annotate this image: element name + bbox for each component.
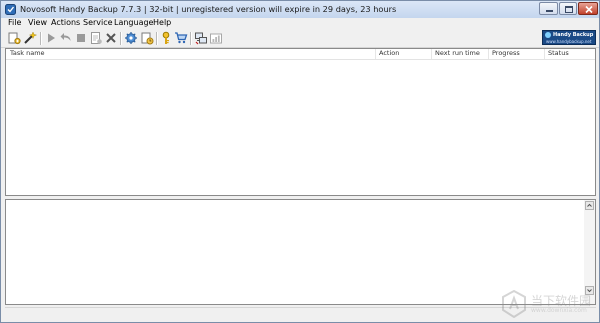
menu-language[interactable]: Language (114, 18, 153, 27)
delete-icon (106, 33, 116, 43)
scheduler-icon (141, 32, 154, 45)
properties-button[interactable] (89, 31, 103, 45)
title-bar[interactable]: Novosoft Handy Backup 7.7.3 | 32-bit | u… (1, 1, 599, 18)
scroll-up-button[interactable] (585, 201, 594, 210)
column-divider (488, 49, 489, 59)
task-list-header: Task name Action Next run time Progress … (6, 49, 595, 60)
run-icon (48, 33, 55, 43)
buy-icon (175, 32, 188, 44)
restore-icon (60, 33, 71, 41)
column-divider (375, 49, 376, 59)
logo-title: Handy Backup (553, 32, 594, 38)
column-progress[interactable]: Progress (492, 49, 520, 57)
toolbar-separator (120, 32, 122, 45)
new-task-button[interactable] (7, 31, 21, 45)
log-scrollbar[interactable] (584, 200, 595, 304)
new-task-icon (8, 32, 21, 45)
buy-button[interactable] (174, 31, 188, 45)
restore-button[interactable] (59, 31, 73, 45)
menu-help[interactable]: Help (153, 18, 171, 27)
site-watermark: 当下软件园 www.downxia.com (501, 290, 597, 320)
stop-button[interactable] (74, 31, 88, 45)
toolbar-separator (40, 32, 42, 45)
chevron-up-icon (587, 203, 592, 207)
properties-icon (91, 32, 102, 44)
wizard-icon (24, 31, 37, 44)
scheduler-button[interactable] (140, 31, 154, 45)
toolbar-separator (156, 32, 158, 45)
logo-icon (545, 32, 551, 38)
column-divider (431, 49, 432, 59)
toolbar (1, 30, 599, 48)
column-next-run-time[interactable]: Next run time (435, 49, 480, 57)
watermark-url: www.downxia.com (531, 307, 587, 314)
wizard-button[interactable] (23, 31, 37, 45)
run-button[interactable] (44, 31, 58, 45)
maximize-button[interactable] (559, 2, 577, 15)
stats-button[interactable] (209, 31, 223, 45)
menu-actions[interactable]: Actions (51, 18, 80, 27)
minimize-icon (546, 10, 553, 12)
menu-view[interactable]: View (28, 18, 47, 27)
menu-file[interactable]: File (8, 18, 21, 27)
handy-backup-logo[interactable]: Handy Backup www.handybackup.net (542, 30, 596, 45)
app-icon (5, 4, 16, 15)
maximize-icon (565, 6, 573, 13)
menu-bar: File View Actions Service Language Help (1, 18, 599, 29)
close-button[interactable] (578, 2, 598, 15)
delete-button[interactable] (104, 31, 118, 45)
close-icon (585, 5, 593, 14)
network-icon (195, 32, 207, 45)
column-status[interactable]: Status (548, 49, 569, 57)
stats-icon (210, 33, 222, 44)
column-action[interactable]: Action (379, 49, 399, 57)
column-divider (544, 49, 545, 59)
settings-icon (125, 32, 137, 44)
app-window: Novosoft Handy Backup 7.7.3 | 32-bit | u… (0, 0, 600, 323)
register-icon (162, 31, 170, 44)
task-list[interactable]: Task name Action Next run time Progress … (5, 48, 596, 196)
settings-button[interactable] (124, 31, 138, 45)
window-title: Novosoft Handy Backup 7.7.3 | 32-bit | u… (20, 4, 397, 14)
register-button[interactable] (159, 31, 173, 45)
logo-url: www.handybackup.net (546, 39, 592, 44)
watermark-logo-icon (502, 290, 526, 318)
network-button[interactable] (194, 31, 208, 45)
menu-service[interactable]: Service (83, 18, 113, 27)
minimize-button[interactable] (539, 2, 558, 15)
column-task-name[interactable]: Task name (10, 49, 45, 57)
toolbar-separator (190, 32, 192, 45)
stop-icon (77, 34, 85, 42)
